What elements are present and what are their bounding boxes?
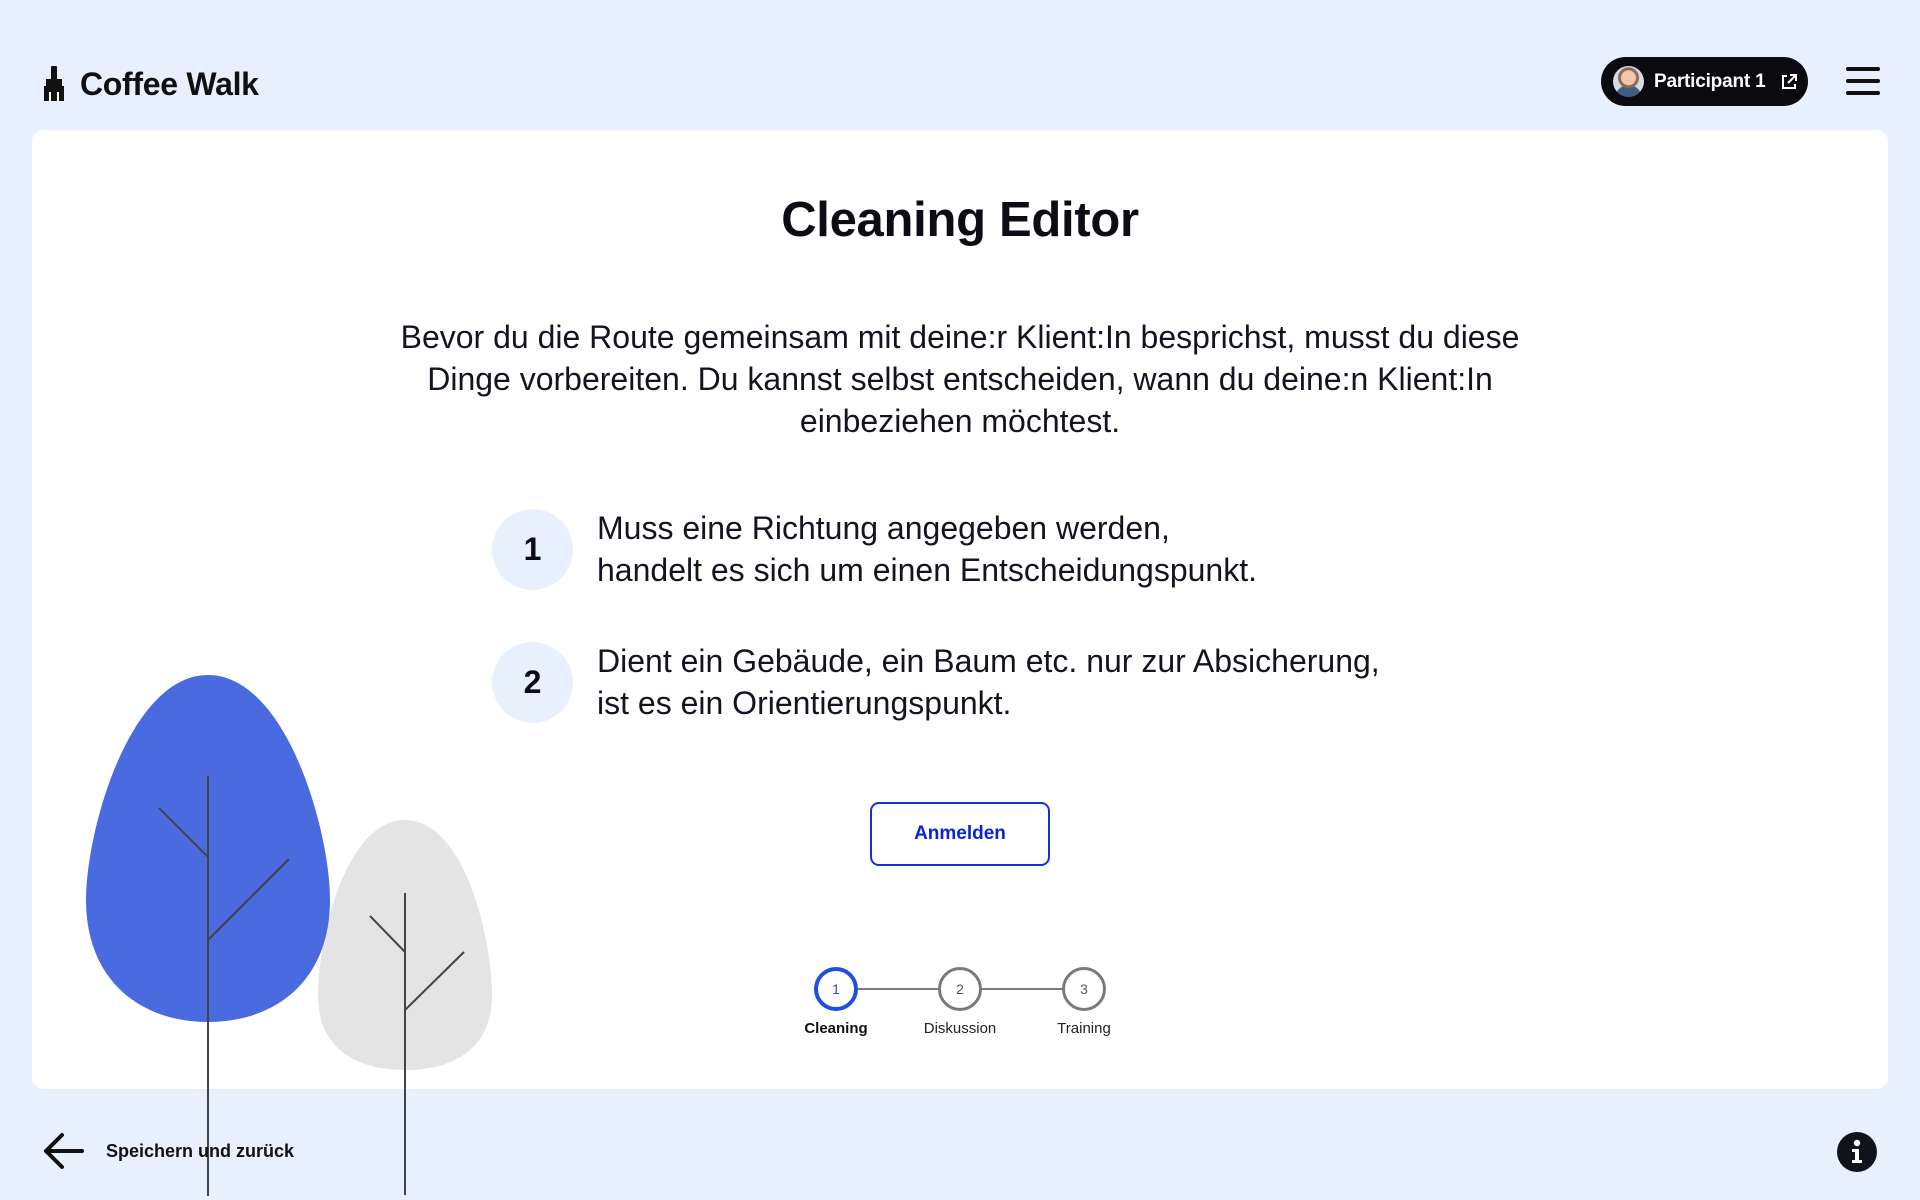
instruction-step: 2 Dient ein Gebäude, ein Baum etc. nur z…	[492, 640, 1380, 724]
stepper-label-training: Training	[1057, 1020, 1111, 1037]
step-text: Muss eine Richtung angegeben werden, han…	[597, 510, 1257, 588]
save-and-back-button[interactable]: Speichern und zurück	[42, 1130, 294, 1172]
stepper-step-training[interactable]: 3	[1062, 967, 1106, 1011]
instruction-step: 1 Muss eine Richtung angegeben werden, h…	[492, 507, 1257, 591]
app-header: Coffee Walk Participant 1	[0, 0, 1920, 130]
save-and-back-label: Speichern und zurück	[106, 1140, 295, 1161]
step-number-badge: 2	[492, 641, 573, 723]
stepper-step-cleaning[interactable]: 1	[814, 967, 858, 1011]
external-link-icon	[1782, 73, 1798, 89]
stepper-connector	[981, 988, 1065, 990]
intro-text: Bevor du die Route gemeinsam mit deine:r…	[400, 319, 1520, 439]
stepper-step-diskussion[interactable]: 2	[938, 967, 982, 1011]
stepper-connector	[857, 988, 941, 990]
participant-button[interactable]: Participant 1	[1601, 57, 1808, 106]
content-card	[32, 130, 1888, 1089]
stepper-label-cleaning: Cleaning	[804, 1020, 868, 1037]
app-logo[interactable]: Coffee Walk	[42, 64, 259, 104]
login-button[interactable]: Anmelden	[870, 802, 1050, 866]
info-button[interactable]	[1837, 1132, 1877, 1172]
participant-label: Participant 1	[1654, 70, 1766, 92]
step-number-badge: 1	[492, 508, 573, 590]
info-icon	[1852, 1139, 1862, 1163]
page-title: Cleaning Editor	[781, 193, 1139, 247]
arrow-left-icon	[44, 1133, 84, 1169]
broom-icon	[44, 66, 64, 101]
stepper-label-diskussion: Diskussion	[923, 1020, 997, 1037]
hamburger-menu-icon[interactable]	[1845, 64, 1881, 98]
app-name: Coffee Walk	[80, 65, 259, 102]
avatar	[1613, 66, 1644, 97]
step-text: Dient ein Gebäude, ein Baum etc. nur zur…	[597, 643, 1380, 721]
